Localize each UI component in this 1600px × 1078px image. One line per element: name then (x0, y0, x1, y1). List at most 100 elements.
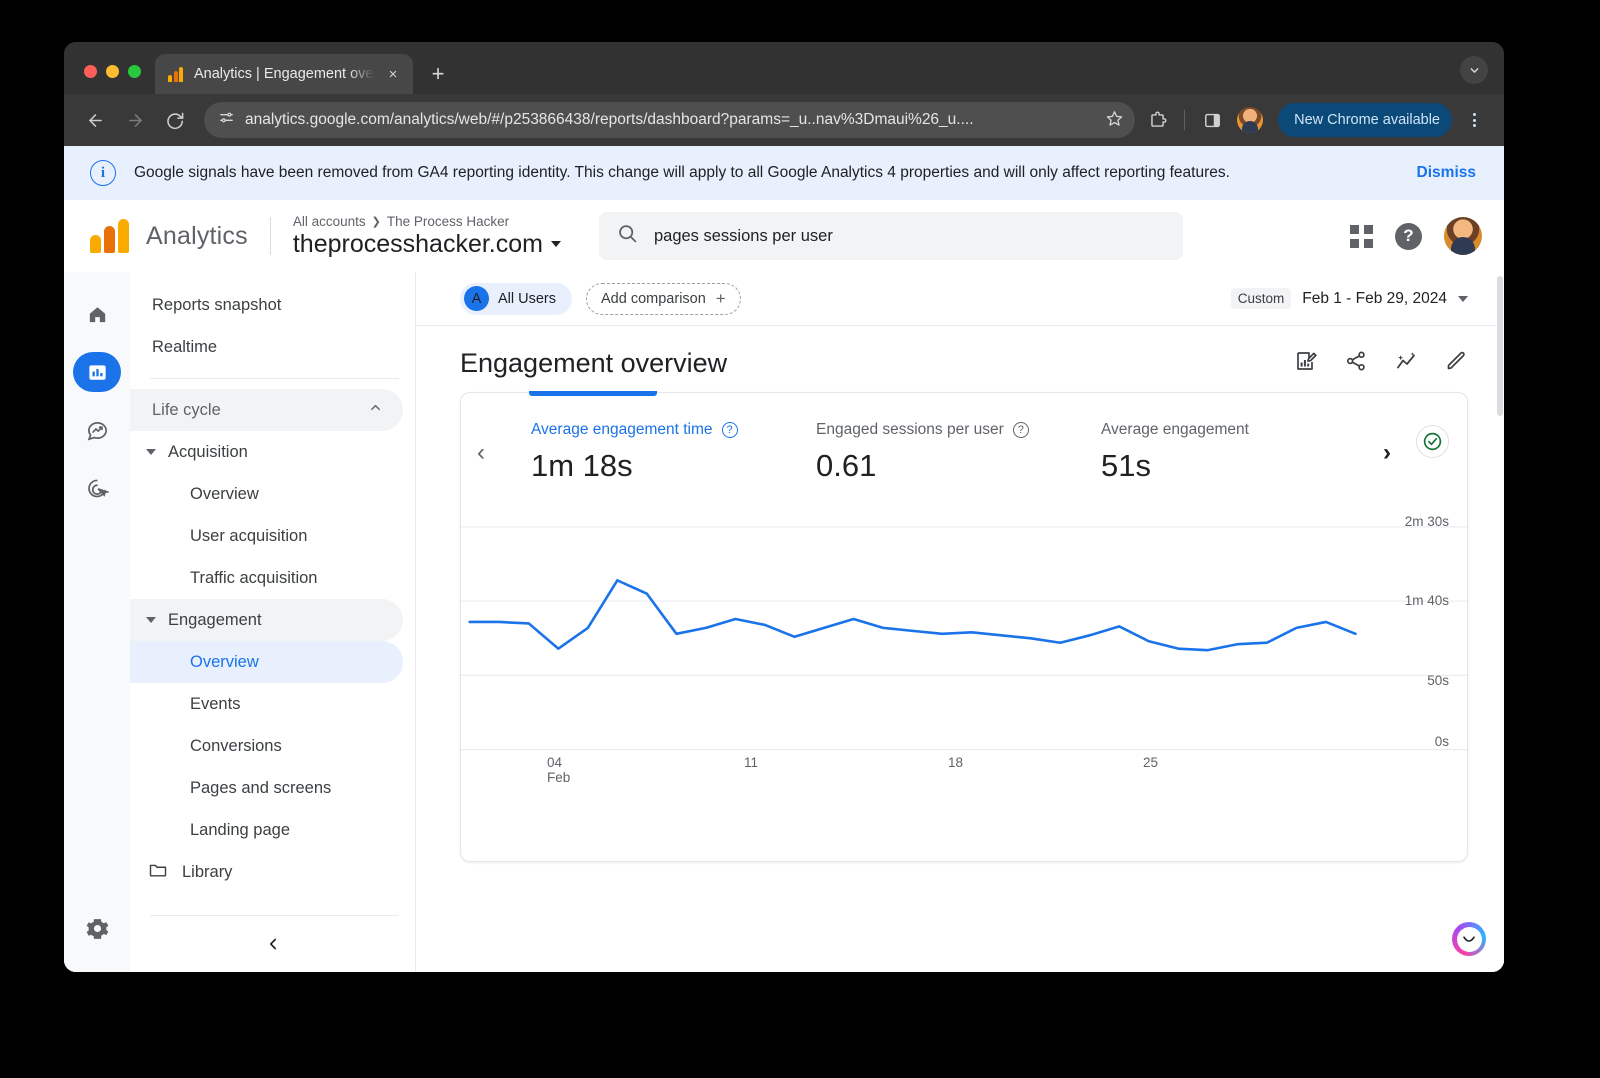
sidebar-item-realtime[interactable]: Realtime (130, 326, 403, 368)
metric-value: 0.61 (816, 448, 877, 483)
notification-banner: i Google signals have been removed from … (64, 146, 1504, 200)
search-input[interactable]: pages sessions per user (598, 212, 1183, 260)
minimize-window-button[interactable] (106, 65, 119, 78)
audience-chip-all-users[interactable]: A All Users (460, 282, 573, 315)
sidebar-item-conversions[interactable]: Conversions (130, 725, 403, 767)
metric-engaged-sessions-per-user[interactable]: Engaged sessions per user ? 0.61 (816, 421, 1101, 484)
sidebar-item-reports-snapshot[interactable]: Reports snapshot (130, 284, 403, 326)
close-window-button[interactable] (84, 65, 97, 78)
side-panel-icon[interactable] (1196, 104, 1228, 136)
page-title-row: Engagement overview (416, 326, 1504, 379)
extensions-icon[interactable] (1141, 104, 1173, 136)
sidebar-item-events[interactable]: Events (130, 683, 403, 725)
sidebar-section-life-cycle[interactable]: Life cycle (130, 389, 403, 431)
pencil-icon[interactable] (1444, 349, 1468, 378)
close-tab-icon[interactable]: × (383, 64, 403, 84)
date-range-text: Feb 1 - Feb 29, 2024 (1302, 289, 1447, 307)
url-text: analytics.google.com/analytics/web/#/p25… (245, 111, 974, 128)
metric-label-text: Average engagement (1101, 421, 1249, 438)
breadcrumb-all-accounts[interactable]: All accounts (293, 214, 366, 229)
chevron-down-icon[interactable] (1460, 56, 1488, 84)
y-tick-label: 2m 30s (1404, 514, 1449, 529)
edit-report-icon[interactable] (1294, 349, 1318, 378)
metric-label-text: Engaged sessions per user (816, 421, 1004, 438)
dismiss-banner-button[interactable]: Dismiss (1417, 164, 1476, 182)
check-circle-icon[interactable] (1416, 425, 1449, 458)
metric-average-engagement-time[interactable]: Average engagement time ? 1m 18s (531, 421, 816, 484)
x-tick-label: 18 (948, 755, 964, 770)
sidebar-item-library-label: Library (182, 862, 233, 881)
new-chrome-available-button[interactable]: New Chrome available (1278, 103, 1452, 137)
analytics-header: Analytics All accounts ❯ The Process Hac… (64, 200, 1504, 272)
metric-row: ‹ Average engagement time ? 1m 18s Engag… (461, 393, 1467, 508)
main-content: A All Users Add comparison + Custom Feb … (416, 272, 1504, 972)
sidebar-group-engagement[interactable]: Engagement (130, 599, 403, 641)
banner-message: Google signals have been removed from GA… (134, 164, 1230, 181)
property-name: theprocesshacker.com (292, 229, 543, 258)
browser-tab[interactable]: Analytics | Engagement overv × (155, 54, 413, 94)
y-tick-label: 0s (1434, 734, 1449, 749)
help-icon[interactable]: ? (1012, 422, 1029, 438)
sidebar-section-label: Life cycle (152, 400, 221, 419)
browser-profile-avatar[interactable] (1234, 104, 1266, 136)
audience-avatar: A (464, 286, 489, 311)
metric-label: Average engagement (1101, 421, 1331, 439)
sidebar-item-traffic-acquisition[interactable]: Traffic acquisition (130, 557, 403, 599)
sidebar-group-acquisition[interactable]: Acquisition (130, 431, 403, 473)
apps-grid-icon[interactable] (1350, 224, 1373, 248)
forward-icon[interactable] (118, 103, 152, 137)
date-range-selector[interactable]: Custom Feb 1 - Feb 29, 2024 (1230, 288, 1468, 309)
scrollbar-thumb[interactable] (1497, 276, 1503, 416)
site-info-icon[interactable] (218, 109, 235, 131)
metric-average-engagement[interactable]: Average engagement 51s (1101, 421, 1331, 484)
insights-icon[interactable] (1394, 349, 1418, 378)
rail-item-reports[interactable] (73, 352, 121, 392)
rail-item-advertising[interactable] (73, 468, 121, 508)
previous-metric-button[interactable]: ‹ (477, 439, 485, 467)
reports-navigation: Reports snapshot Realtime Life cycle Acq… (130, 272, 416, 972)
property-selector[interactable]: theprocesshacker.com (293, 230, 561, 259)
reload-icon[interactable] (158, 103, 192, 137)
rail-item-admin[interactable] (73, 908, 121, 948)
help-icon[interactable]: ? (1395, 222, 1422, 250)
chevron-up-icon[interactable] (368, 400, 383, 420)
x-tick-label: 11 (744, 755, 759, 770)
sidebar-item-library[interactable]: Library (130, 851, 403, 893)
user-avatar[interactable] (1444, 217, 1482, 255)
share-icon[interactable] (1344, 349, 1368, 378)
new-tab-button[interactable]: + (423, 59, 453, 89)
rail-item-home[interactable] (73, 294, 121, 334)
chevron-down-icon[interactable] (550, 241, 561, 247)
help-icon[interactable]: ? (721, 422, 738, 438)
sidebar-item-landing-page[interactable]: Landing page (130, 809, 403, 851)
plus-icon: + (715, 288, 726, 308)
sidebar-item-user-acquisition[interactable]: User acquisition (130, 515, 403, 557)
account-selector[interactable]: All accounts ❯ The Process Hacker thepro… (293, 214, 561, 259)
breadcrumb-separator-icon: ❯ (371, 215, 381, 228)
add-comparison-button[interactable]: Add comparison + (586, 282, 741, 315)
analytics-logo-icon (90, 219, 134, 253)
sidebar-item-engagement-overview[interactable]: Overview (130, 641, 403, 683)
chevron-down-icon[interactable] (1458, 295, 1468, 302)
collapse-sidebar-button[interactable] (130, 916, 415, 972)
rail-item-explore[interactable] (73, 410, 121, 450)
back-icon[interactable] (78, 103, 112, 137)
browser-window: Analytics | Engagement overv × + analyti… (64, 42, 1504, 972)
bookmark-star-icon[interactable] (1106, 110, 1123, 131)
sidebar-item-acquisition-overview[interactable]: Overview (130, 473, 403, 515)
address-bar[interactable]: analytics.google.com/analytics/web/#/p25… (204, 102, 1136, 138)
browser-menu-icon[interactable] (1458, 104, 1490, 136)
window-traffic-lights (64, 65, 155, 94)
page-actions (1294, 349, 1468, 378)
caret-down-icon (146, 449, 156, 455)
folder-icon (148, 860, 168, 885)
sidebar-item-pages-and-screens[interactable]: Pages and screens (130, 767, 403, 809)
next-metric-button[interactable]: › (1383, 439, 1391, 467)
tab-title: Analytics | Engagement overv (194, 66, 374, 82)
maximize-window-button[interactable] (128, 65, 141, 78)
page-scrollbar[interactable] (1496, 272, 1504, 972)
assistant-bubble[interactable] (1452, 922, 1486, 956)
analytics-favicon-icon (168, 66, 185, 82)
info-icon: i (90, 160, 116, 186)
breadcrumb-account-name[interactable]: The Process Hacker (387, 214, 509, 229)
